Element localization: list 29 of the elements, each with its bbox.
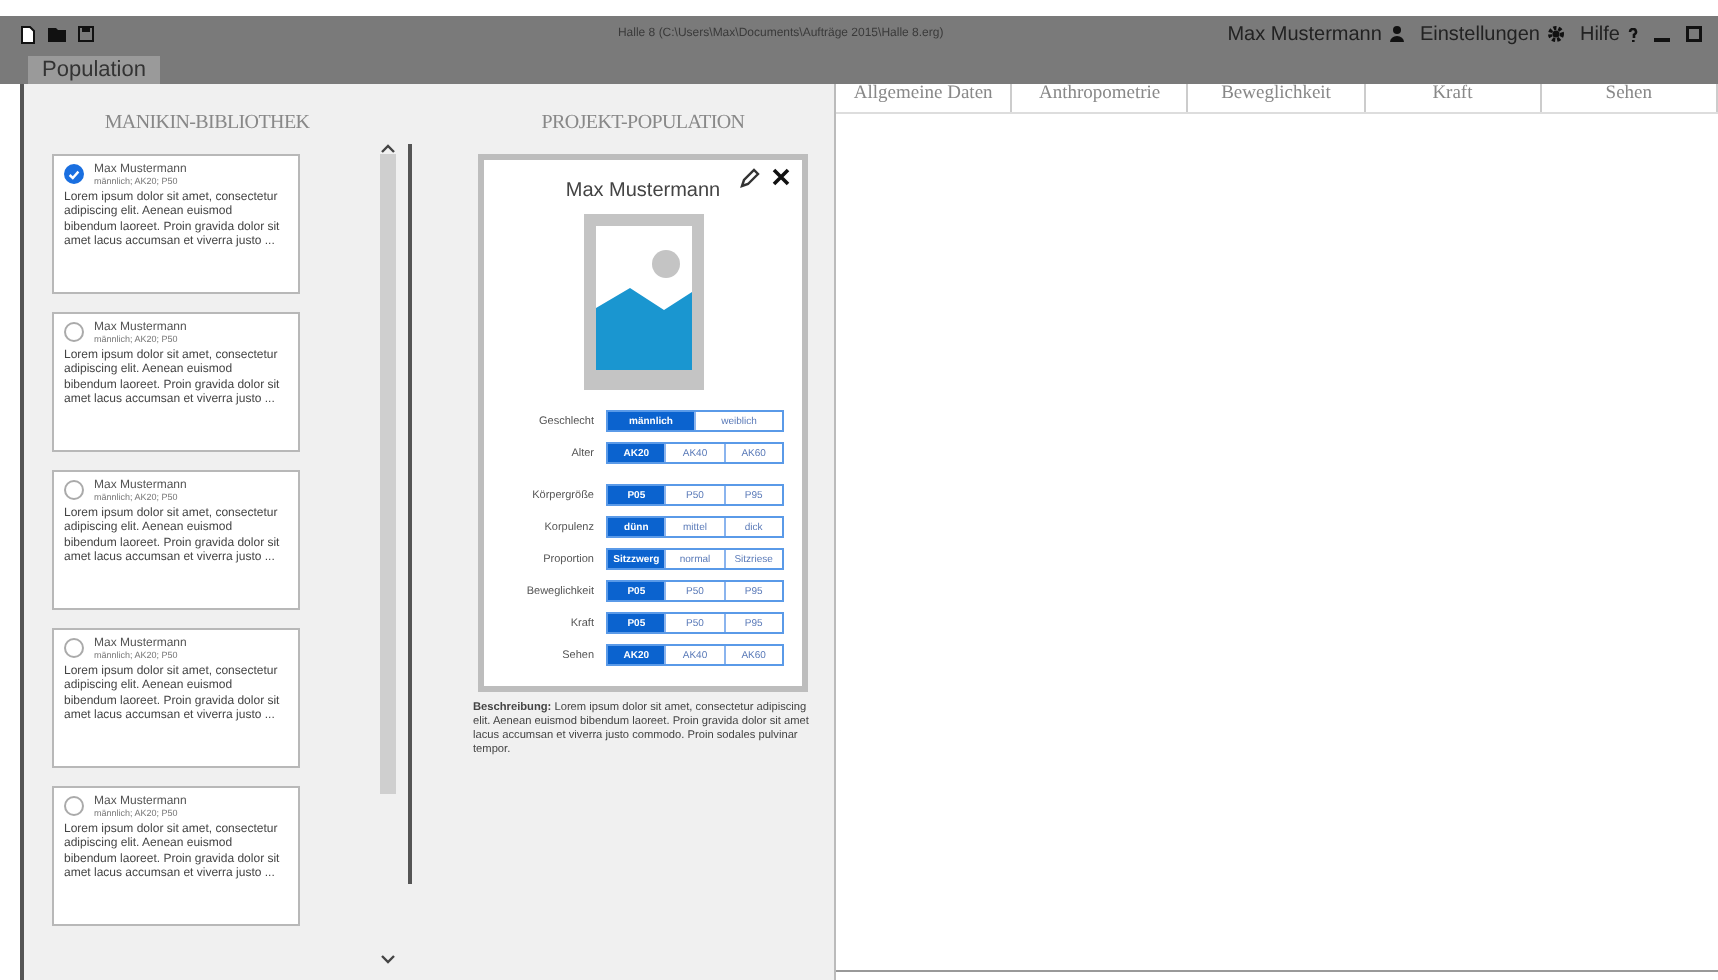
detail-tab[interactable]: Sehen — [1541, 84, 1718, 112]
help-menu[interactable]: Hilfe — [1579, 23, 1638, 45]
save-icon[interactable] — [78, 26, 94, 42]
project-title: PROJEKT-POPULATION — [541, 110, 745, 138]
manikin-name: Max Mustermann — [565, 180, 721, 202]
close-icon[interactable] — [772, 168, 790, 186]
pencil-icon[interactable] — [740, 168, 760, 188]
maximize-icon[interactable] — [1686, 26, 1702, 42]
detail-tab[interactable]: Beweglichkeit — [1188, 84, 1366, 112]
radio-button[interactable] — [64, 638, 84, 658]
radio-button[interactable] — [64, 480, 84, 500]
detail-tab[interactable]: Anthropometrie — [1012, 84, 1189, 112]
detail-tab[interactable]: Kraft — [1365, 84, 1542, 112]
new-file-icon[interactable] — [20, 25, 36, 43]
user-icon — [1389, 26, 1404, 42]
scroll-down-icon[interactable] — [380, 954, 396, 964]
detail-tab[interactable]: Allgemeine Daten — [836, 84, 1013, 112]
folder-icon[interactable] — [48, 27, 66, 41]
settings-icon — [1547, 26, 1564, 42]
image-placeholder-icon — [583, 214, 703, 390]
help-icon — [1628, 27, 1638, 41]
radio-button[interactable] — [64, 796, 84, 816]
settings-menu[interactable]: Einstellungen — [1419, 23, 1564, 45]
library-title: MANIKIN-BIBLIOTHEK — [102, 110, 312, 138]
radio-button[interactable] — [64, 164, 84, 184]
scroll-up-icon[interactable] — [380, 144, 396, 154]
user-menu[interactable]: Max Mustermann — [1227, 23, 1404, 45]
radio-button[interactable] — [64, 322, 84, 342]
tab[interactable]: Population — [28, 56, 160, 84]
